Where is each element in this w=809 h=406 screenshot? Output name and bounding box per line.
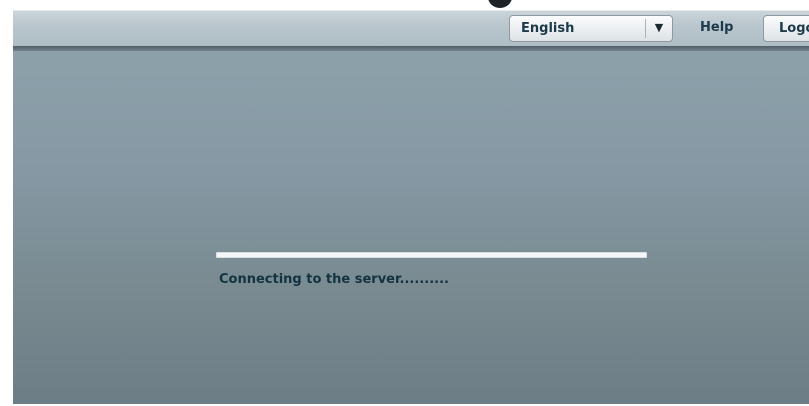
help-link[interactable]: Help: [700, 20, 733, 35]
chevron-down-icon[interactable]: ▼: [649, 21, 669, 34]
main-content-area: [13, 51, 809, 404]
connection-status-text: Connecting to the server..........: [219, 272, 449, 287]
connection-progress-fill: [217, 253, 646, 257]
language-select-divider: [645, 19, 646, 38]
connection-progress-bar: [216, 252, 647, 258]
left-strip: [0, 0, 13, 406]
app-window: English ▼ Help Logout Connecting to the …: [0, 0, 809, 406]
top-strip: [13, 0, 809, 10]
logout-button-label: Logout: [779, 21, 809, 36]
logout-button[interactable]: Logout: [763, 15, 809, 42]
language-select-value: English: [521, 21, 575, 36]
language-select[interactable]: English ▼: [509, 15, 673, 42]
header-bar: [13, 10, 809, 47]
